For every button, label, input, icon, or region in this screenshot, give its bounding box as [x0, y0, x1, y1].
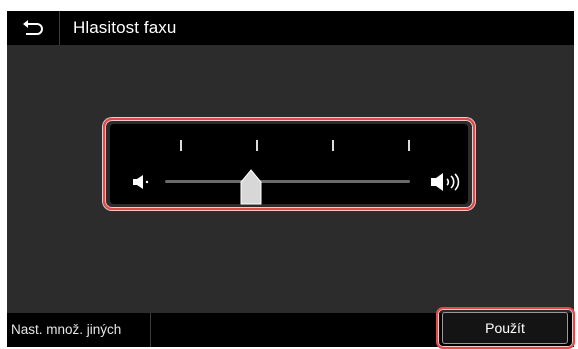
- other-settings-button[interactable]: Nast. množ. jiných: [7, 313, 151, 347]
- slider-tick: [408, 140, 410, 151]
- speaker-high-icon[interactable]: [430, 172, 464, 192]
- volume-slider-panel: [110, 124, 468, 204]
- slider-tick: [332, 140, 334, 151]
- slider-tick: [256, 140, 258, 151]
- apply-button[interactable]: Použít: [442, 312, 568, 344]
- back-arrow-icon: [23, 20, 43, 35]
- speaker-low-icon[interactable]: [132, 174, 154, 190]
- header-bar: Hlasitost faxu: [7, 11, 574, 45]
- slider-tick: [180, 140, 182, 151]
- page-title: Hlasitost faxu: [73, 18, 177, 37]
- volume-slider-track[interactable]: [165, 180, 410, 183]
- volume-slider-thumb[interactable]: [240, 169, 262, 206]
- back-button[interactable]: [7, 11, 60, 45]
